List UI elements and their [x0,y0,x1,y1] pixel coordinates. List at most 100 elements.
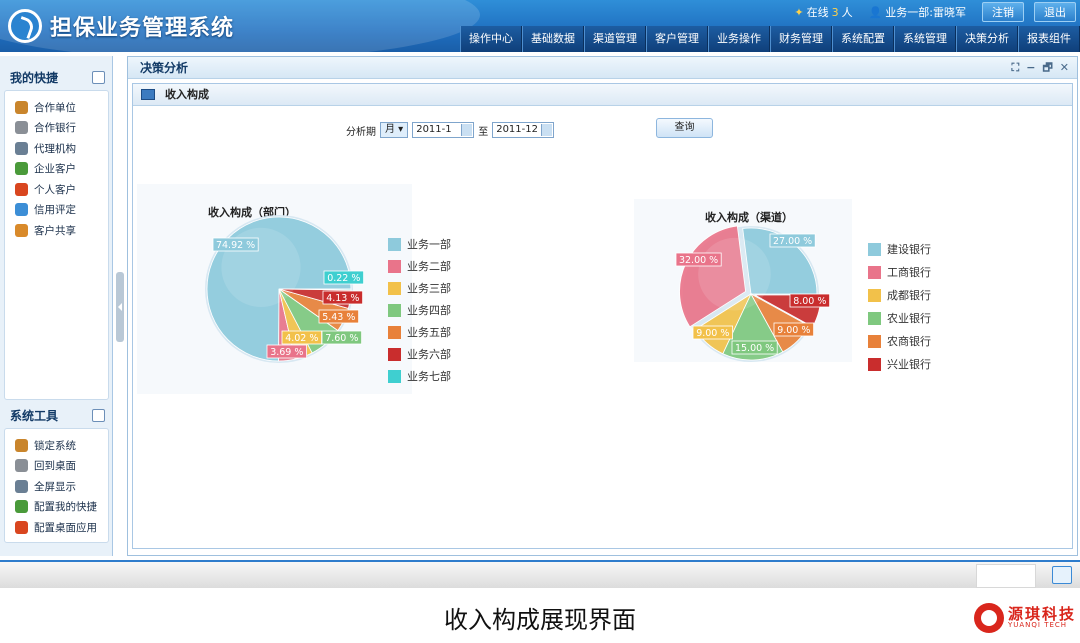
legend-label: 业务七部 [407,370,451,383]
legend-item: 农商银行 [868,333,931,349]
tool-item-2[interactable]: 全屏显示 [15,476,108,497]
from-date-input[interactable]: 2011-1 [412,122,475,138]
pie-value-label-3: 15.00 % [731,340,778,355]
shortcut-item-2[interactable]: 代理机构 [15,138,108,159]
pie-value-label-2: 9.00 % [692,325,733,340]
tool-item-0[interactable]: 锁定系统 [15,435,108,456]
shortcut-item-label: 客户共享 [34,224,76,237]
period-unit-select[interactable]: 月 ▾ [380,122,409,138]
nav-item-1[interactable]: 基础数据 [522,26,584,52]
window-titlebar: 决策分析 ⛶ − 🗗 ✕ [128,57,1077,79]
tool-item-icon-1 [15,459,28,473]
tool-item-1[interactable]: 回到桌面 [15,456,108,477]
shortcut-item-6[interactable]: 客户共享 [15,220,108,241]
tool-item-3[interactable]: 配置我的快捷 [15,497,108,518]
shortcut-item-0[interactable]: 合作单位 [15,97,108,118]
shortcut-item-3[interactable]: 企业客户 [15,159,108,180]
shortcut-item-icon-0 [15,100,28,114]
legend-swatch [868,357,881,371]
shortcut-item-label: 企业客户 [34,163,76,176]
channel-legend: 建设银行 工商银行 成都银行 农业银行 农商银行 兴业银行 [868,241,931,372]
shortcut-item-4[interactable]: 个人客户 [15,179,108,200]
tool-item-icon-0 [15,438,28,452]
pie-value-label-text: 7.60 % [325,333,358,344]
online-status: ✦ 在线 3 人 [794,5,853,20]
window-controls: ⛶ − 🗗 ✕ [1012,57,1069,79]
legend-swatch [388,281,401,295]
shortcut-list: 合作单位合作银行代理机构企业客户个人客户 信用评定客户共享 [4,90,109,400]
nav-item-3[interactable]: 客户管理 [646,26,708,52]
figure-caption: 收入构成展现界面 [444,606,636,634]
channel-chart: 收入构成（渠道） 27.00 % 32.00 % 9.00 % 15.00 % 9.00… [634,199,852,362]
legend-swatch [868,311,881,325]
legend-label: 业务四部 [407,304,451,317]
nav-item-2[interactable]: 渠道管理 [584,26,646,52]
query-form: 分析期 月 ▾ 2011-1 至 2011-12 [346,122,555,138]
shortcut-item-icon-2 [15,141,28,155]
shortcut-item-5[interactable]: 信用评定 [15,200,108,221]
tool-item-4[interactable]: 配置桌面应用 [15,517,108,538]
tool-list: 锁定系统回到桌面全屏显示配置我的快捷 配置桌面应用 [4,428,109,543]
pie-value-label-5: 8.00 % [789,293,830,308]
restore-icon[interactable]: 🗗 [1042,57,1052,79]
pie-value-label-1: 32.00 % [675,252,722,267]
maximize-icon[interactable]: ⛶ [1012,57,1020,79]
legend-item: 工商银行 [868,264,931,280]
pie-highlight [698,237,771,311]
app-title: 担保业务管理系统 [50,16,235,41]
nav-item-8[interactable]: 决策分析 [956,26,1018,52]
monitor-icon [141,89,155,100]
pie-value-label-3: 7.60 % [321,330,362,345]
current-user: 👤 业务一部:雷晓军 [869,4,966,20]
pie-value-label-text: 27.00 % [773,236,812,247]
tools-search-icon[interactable] [92,409,105,422]
pie-value-label-4: 9.00 % [773,322,814,337]
pie-value-label-4: 5.43 % [318,309,359,324]
tool-item-label: 回到桌面 [34,460,76,473]
legend-item: 业务七部 [388,368,451,384]
minimize-icon[interactable]: − [1026,57,1035,79]
legend-item: 业务三部 [388,280,451,296]
query-button[interactable]: 查询 [656,118,713,138]
pie-value-label-6: 0.22 % [323,270,364,285]
brand-logo: 源琪科技 YUANQI TECH [973,603,1076,633]
legend-label: 业务三部 [407,282,451,295]
period-label: 分析期 [346,126,376,138]
pie-value-label-text: 74.92 % [216,240,255,251]
tool-item-label: 配置桌面应用 [34,521,97,534]
shortcut-item-label: 合作银行 [34,122,76,135]
legend-label: 农商银行 [887,335,931,348]
pie-value-label-text: 9.00 % [696,328,729,339]
pie-value-label-text: 3.69 % [270,347,303,358]
nav-item-5[interactable]: 财务管理 [770,26,832,52]
app-header: 担保业务管理系统 ✦ 在线 3 人 👤 业务一部:雷晓军 注销 退出 操作中心 基础数… [0,0,1080,52]
shortcuts-settings-icon[interactable] [92,71,105,84]
shortcut-item-1[interactable]: 合作银行 [15,118,108,139]
dept-legend: 业务一部 业务二部 业务三部 业务四部 业务五部 业务六部 业务七部 [388,236,451,384]
nav-item-6[interactable]: 系统配置 [832,26,894,52]
dept-chart: 收入构成（部门） 74.92 % 3.69 % 4.02 % 7.60 % 5.43 %… [137,184,412,394]
legend-item: 业务一部 [388,236,451,252]
legend-swatch [388,303,401,317]
tools-header: 系统工具 [4,404,109,428]
main-nav: 操作中心 基础数据 渠道管理 客户管理 业务操作 财务管理 系统配置 系统管理 决策分析 报表组件 [460,26,1080,52]
to-label: 至 [478,126,489,138]
nav-item-0[interactable]: 操作中心 [460,26,522,52]
exit-button[interactable]: 退出 [1034,2,1076,22]
nav-item-7[interactable]: 系统管理 [894,26,956,52]
legend-label: 业务一部 [407,238,451,251]
legend-label: 兴业银行 [887,358,931,371]
logout-button[interactable]: 注销 [982,2,1024,22]
shortcut-item-icon-4 [15,182,28,196]
channel-pie: 27.00 %32.00 %9.00 %15.00 %9.00 %8.00 % [675,225,830,362]
close-icon[interactable]: ✕ [1060,57,1069,79]
tool-item-label: 配置我的快捷 [34,501,97,514]
nav-item-4[interactable]: 业务操作 [708,26,770,52]
sidebar-collapse-handle[interactable] [116,272,124,342]
to-date-input[interactable]: 2011-12 [492,122,555,138]
panel-title: 收入构成 [165,88,209,101]
nav-item-9[interactable]: 报表组件 [1018,26,1080,52]
pie-value-label-text: 5.43 % [322,312,355,323]
message-icon[interactable] [1052,566,1072,584]
shortcut-item-icon-3 [15,162,28,176]
